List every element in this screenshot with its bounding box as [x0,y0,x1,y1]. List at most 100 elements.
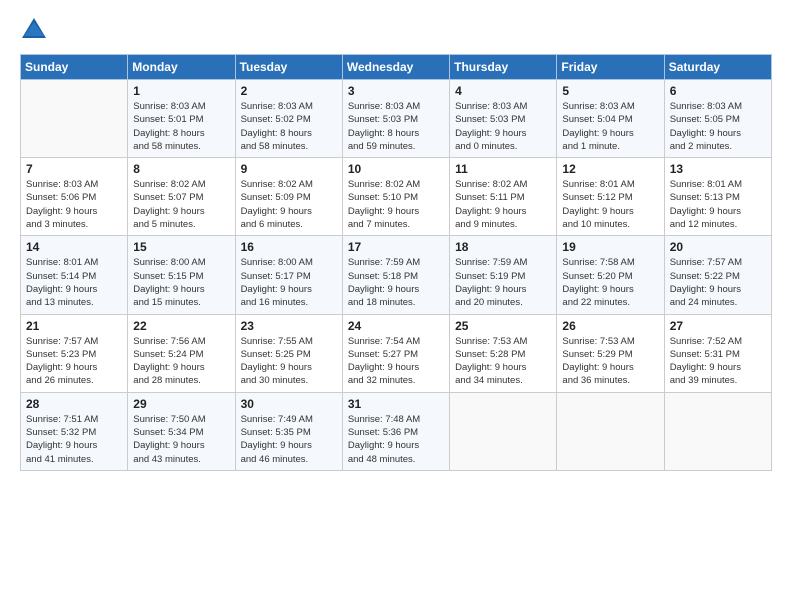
day-detail: Sunrise: 8:01 AMSunset: 5:13 PMDaylight:… [670,178,766,231]
calendar-cell: 3 Sunrise: 8:03 AMSunset: 5:03 PMDaylight… [342,80,449,158]
calendar-cell: 4 Sunrise: 8:03 AMSunset: 5:03 PMDaylight… [450,80,557,158]
day-number: 29 [133,397,229,411]
logo-icon [20,16,48,44]
page: SundayMondayTuesdayWednesdayThursdayFrid… [0,0,792,612]
calendar-week-row: 1 Sunrise: 8:03 AMSunset: 5:01 PMDaylight… [21,80,772,158]
calendar-cell: 9 Sunrise: 8:02 AMSunset: 5:09 PMDaylight… [235,158,342,236]
day-detail: Sunrise: 8:03 AMSunset: 5:04 PMDaylight:… [562,100,658,153]
day-number: 9 [241,162,337,176]
day-number: 25 [455,319,551,333]
day-number: 4 [455,84,551,98]
calendar-week-row: 21Sunrise: 7:57 AMSunset: 5:23 PMDayligh… [21,314,772,392]
day-number: 24 [348,319,444,333]
day-detail: Sunrise: 7:52 AMSunset: 5:31 PMDaylight:… [670,335,766,388]
weekday-header: Thursday [450,55,557,80]
calendar-cell: 29 Sunrise: 7:50 AMSunset: 5:34 PMDayligh… [128,392,235,470]
calendar-cell: 1 Sunrise: 8:03 AMSunset: 5:01 PMDaylight… [128,80,235,158]
calendar-cell: 14 Sunrise: 8:01 AMSunset: 5:14 PMDayligh… [21,236,128,314]
calendar-cell: 24 Sunrise: 7:54 AMSunset: 5:27 PMDayligh… [342,314,449,392]
day-number: 22 [133,319,229,333]
day-detail: Sunrise: 8:03 AMSunset: 5:03 PMDaylight:… [348,100,444,153]
weekday-header: Wednesday [342,55,449,80]
day-detail: Sunrise: 8:02 AMSunset: 5:10 PMDaylight:… [348,178,444,231]
day-detail: Sunrise: 8:03 AMSunset: 5:01 PMDaylight:… [133,100,229,153]
calendar-cell: 28 Sunrise: 7:51 AMSunset: 5:32 PMDayligh… [21,392,128,470]
day-detail: Sunrise: 8:03 AMSunset: 5:02 PMDaylight:… [241,100,337,153]
day-detail: Sunrise: 8:00 AMSunset: 5:17 PMDaylight:… [241,256,337,309]
weekday-header: Saturday [664,55,771,80]
weekday-header: Sunday [21,55,128,80]
day-detail: Sunrise: 7:57 AMSunset: 5:23 PMDaylight:… [26,335,122,388]
day-detail: Sunrise: 8:03 AMSunset: 5:06 PMDaylight:… [26,178,122,231]
day-number: 14 [26,240,122,254]
day-number: 8 [133,162,229,176]
day-detail: Sunrise: 8:02 AMSunset: 5:07 PMDaylight:… [133,178,229,231]
day-number: 2 [241,84,337,98]
calendar-cell: 17 Sunrise: 7:59 AMSunset: 5:18 PMDayligh… [342,236,449,314]
day-number: 28 [26,397,122,411]
day-detail: Sunrise: 7:58 AMSunset: 5:20 PMDaylight:… [562,256,658,309]
weekday-header: Tuesday [235,55,342,80]
day-detail: Sunrise: 8:03 AMSunset: 5:05 PMDaylight:… [670,100,766,153]
calendar-cell: 27Sunrise: 7:52 AMSunset: 5:31 PMDayligh… [664,314,771,392]
calendar-cell: 22 Sunrise: 7:56 AMSunset: 5:24 PMDayligh… [128,314,235,392]
day-number: 20 [670,240,766,254]
day-detail: Sunrise: 7:50 AMSunset: 5:34 PMDaylight:… [133,413,229,466]
weekday-header: Monday [128,55,235,80]
day-number: 6 [670,84,766,98]
day-detail: Sunrise: 7:51 AMSunset: 5:32 PMDaylight:… [26,413,122,466]
day-detail: Sunrise: 8:01 AMSunset: 5:14 PMDaylight:… [26,256,122,309]
calendar-header-row: SundayMondayTuesdayWednesdayThursdayFrid… [21,55,772,80]
day-number: 13 [670,162,766,176]
day-detail: Sunrise: 8:01 AMSunset: 5:12 PMDaylight:… [562,178,658,231]
day-detail: Sunrise: 7:56 AMSunset: 5:24 PMDaylight:… [133,335,229,388]
day-detail: Sunrise: 7:49 AMSunset: 5:35 PMDaylight:… [241,413,337,466]
calendar-cell: 26Sunrise: 7:53 AMSunset: 5:29 PMDayligh… [557,314,664,392]
calendar-cell: 21Sunrise: 7:57 AMSunset: 5:23 PMDayligh… [21,314,128,392]
weekday-header: Friday [557,55,664,80]
calendar-cell: 19 Sunrise: 7:58 AMSunset: 5:20 PMDayligh… [557,236,664,314]
day-number: 1 [133,84,229,98]
day-detail: Sunrise: 7:55 AMSunset: 5:25 PMDaylight:… [241,335,337,388]
day-number: 3 [348,84,444,98]
logo [20,16,52,44]
calendar-cell: 16Sunrise: 8:00 AMSunset: 5:17 PMDayligh… [235,236,342,314]
day-number: 31 [348,397,444,411]
day-number: 17 [348,240,444,254]
calendar-cell: 30Sunrise: 7:49 AMSunset: 5:35 PMDayligh… [235,392,342,470]
calendar-cell: 10 Sunrise: 8:02 AMSunset: 5:10 PMDayligh… [342,158,449,236]
calendar-week-row: 14 Sunrise: 8:01 AMSunset: 5:14 PMDayligh… [21,236,772,314]
day-detail: Sunrise: 7:54 AMSunset: 5:27 PMDaylight:… [348,335,444,388]
calendar-cell [21,80,128,158]
calendar-cell [664,392,771,470]
calendar-cell: 2 Sunrise: 8:03 AMSunset: 5:02 PMDaylight… [235,80,342,158]
calendar-week-row: 28 Sunrise: 7:51 AMSunset: 5:32 PMDayligh… [21,392,772,470]
day-number: 11 [455,162,551,176]
day-detail: Sunrise: 8:03 AMSunset: 5:03 PMDaylight:… [455,100,551,153]
day-number: 15 [133,240,229,254]
calendar-week-row: 7Sunrise: 8:03 AMSunset: 5:06 PMDaylight… [21,158,772,236]
day-detail: Sunrise: 8:02 AMSunset: 5:09 PMDaylight:… [241,178,337,231]
day-number: 19 [562,240,658,254]
calendar-cell [557,392,664,470]
calendar-cell: 15Sunrise: 8:00 AMSunset: 5:15 PMDayligh… [128,236,235,314]
day-detail: Sunrise: 7:59 AMSunset: 5:18 PMDaylight:… [348,256,444,309]
calendar-cell: 31 Sunrise: 7:48 AMSunset: 5:36 PMDayligh… [342,392,449,470]
day-number: 12 [562,162,658,176]
header [20,16,772,44]
day-number: 10 [348,162,444,176]
day-detail: Sunrise: 8:02 AMSunset: 5:11 PMDaylight:… [455,178,551,231]
day-detail: Sunrise: 7:48 AMSunset: 5:36 PMDaylight:… [348,413,444,466]
calendar: SundayMondayTuesdayWednesdayThursdayFrid… [20,54,772,471]
calendar-cell: 8 Sunrise: 8:02 AMSunset: 5:07 PMDaylight… [128,158,235,236]
calendar-cell: 20Sunrise: 7:57 AMSunset: 5:22 PMDayligh… [664,236,771,314]
calendar-cell: 6 Sunrise: 8:03 AMSunset: 5:05 PMDaylight… [664,80,771,158]
calendar-cell: 11 Sunrise: 8:02 AMSunset: 5:11 PMDayligh… [450,158,557,236]
day-number: 5 [562,84,658,98]
calendar-cell: 13 Sunrise: 8:01 AMSunset: 5:13 PMDayligh… [664,158,771,236]
calendar-cell: 5 Sunrise: 8:03 AMSunset: 5:04 PMDaylight… [557,80,664,158]
calendar-cell: 18 Sunrise: 7:59 AMSunset: 5:19 PMDayligh… [450,236,557,314]
day-detail: Sunrise: 7:59 AMSunset: 5:19 PMDaylight:… [455,256,551,309]
day-number: 18 [455,240,551,254]
day-number: 23 [241,319,337,333]
